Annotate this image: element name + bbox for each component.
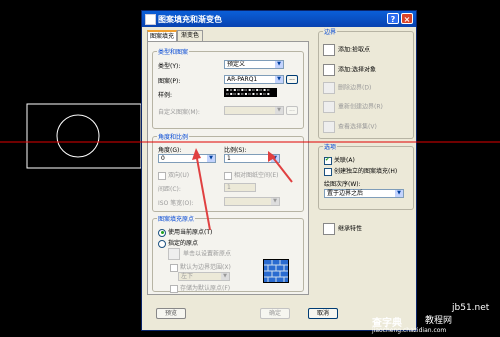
overlay-annotations <box>0 141 500 231</box>
annotation-arrow-scale <box>270 154 293 183</box>
watermark-line2: 教程网 <box>425 316 453 326</box>
watermark-line3: jiaocheng.chazidian.com <box>372 327 447 334</box>
annotation-arrow-angle <box>195 152 211 231</box>
arrow-head-angle <box>192 148 201 160</box>
watermark-site: jb51.net <box>452 303 490 313</box>
